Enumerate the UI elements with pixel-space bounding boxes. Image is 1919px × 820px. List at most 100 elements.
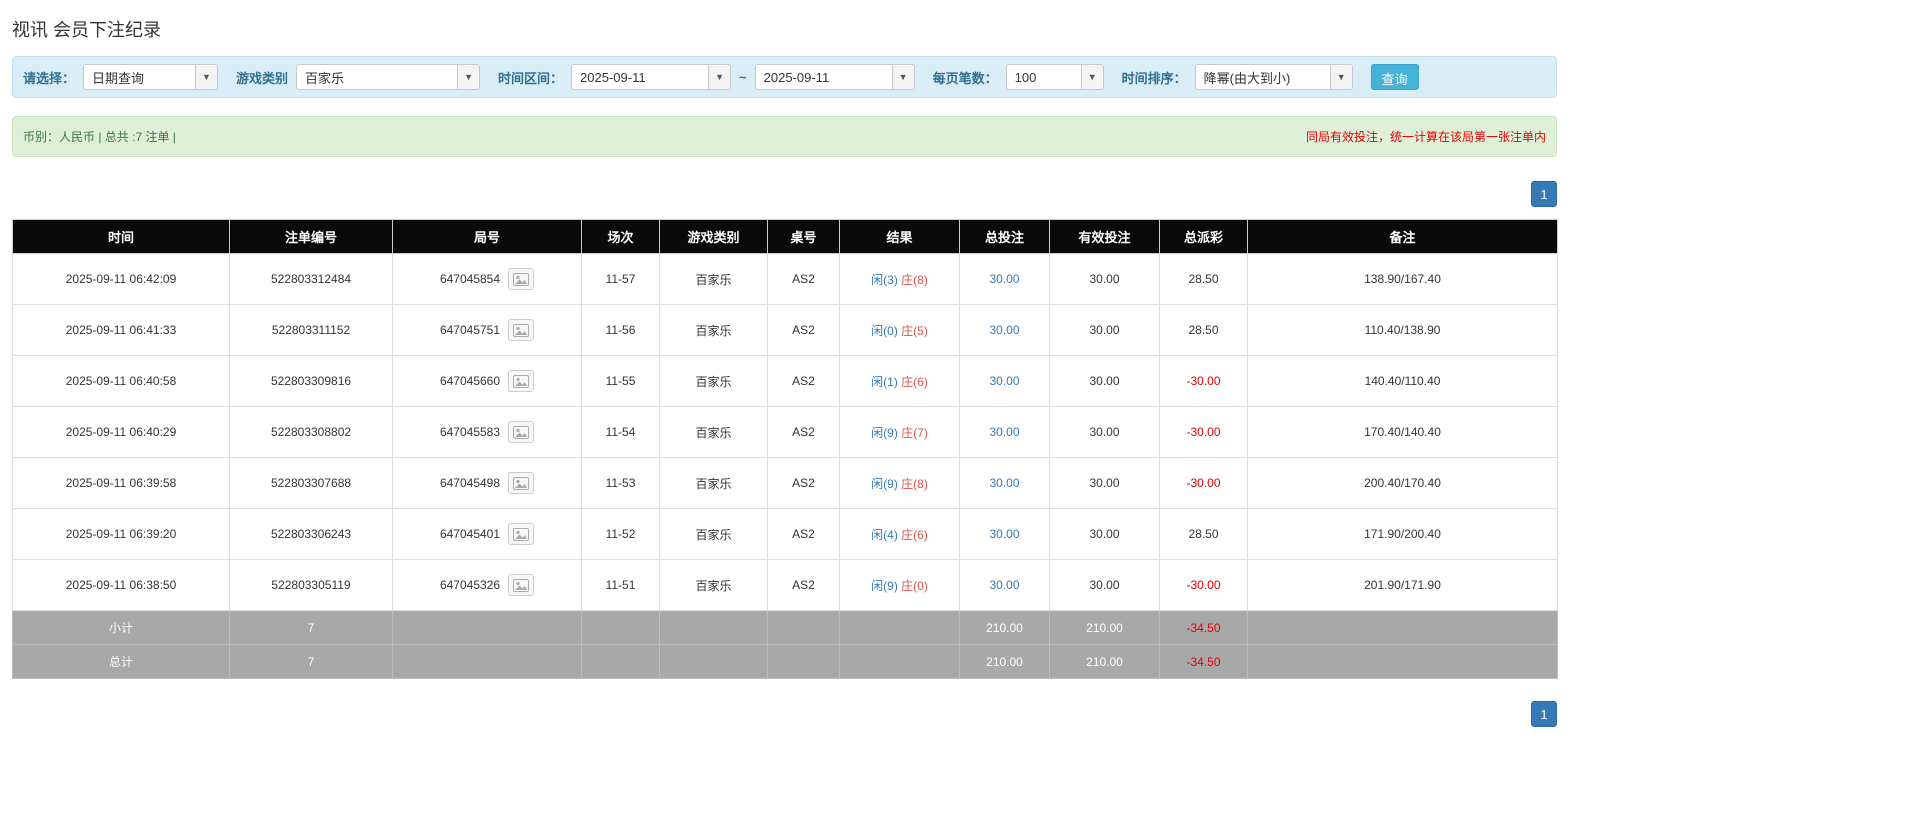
total-bet-link[interactable]: 30.00 (989, 476, 1019, 490)
date-from-value: 2025-09-11 (580, 69, 646, 85)
column-header-round: 局号 (392, 219, 582, 254)
result-cell: 闲(1) 庄(6) (839, 355, 960, 407)
game-type-select[interactable]: 百家乐 ▼ (296, 64, 481, 90)
valid-bet-cell: 30.00 (1049, 406, 1160, 458)
subtotal-total-bet: 210.00 (959, 610, 1050, 645)
total-bet-link[interactable]: 30.00 (989, 425, 1019, 439)
result-cell: 闲(3) 庄(8) (839, 253, 960, 305)
summary-bar: 币别：人民币 | 总共 :7 注单 | 同局有效投注，统一计算在该局第一张注单内 (12, 116, 1557, 157)
date-to-select[interactable]: 2025-09-11 ▼ (754, 64, 915, 90)
subtotal-valid-bet: 210.00 (1049, 610, 1160, 645)
time-cell: 2025-09-11 06:40:58 (12, 355, 230, 407)
round-replay-icon[interactable] (508, 523, 535, 545)
round-replay-icon[interactable] (508, 268, 535, 290)
chevron-down-icon[interactable]: ▼ (457, 65, 480, 89)
table-header: 时间 注单编号 局号 场次 游戏类别 桌号 结果 总投注 有效投注 总派彩 备注 (12, 219, 1558, 254)
table-body: 2025-09-11 06:42:09 522803312484 6470458… (12, 253, 1558, 611)
game-type-cell: 百家乐 (659, 559, 768, 611)
total-row: 总计 7 210.00 210.00 -34.50 (12, 644, 1558, 679)
chevron-down-icon[interactable]: ▼ (1080, 65, 1103, 89)
result-player: 闲(3) (871, 272, 898, 287)
round-id: 647045498 (439, 476, 501, 490)
date-from-select[interactable]: 2025-09-11 ▼ (571, 64, 732, 90)
round-id: 647045854 (439, 272, 501, 286)
subtotal-label: 小计 (12, 610, 230, 645)
bet-id-cell: 522803311152 (229, 304, 393, 356)
chevron-down-icon[interactable]: ▼ (195, 65, 218, 89)
payout-cell: -30.00 (1159, 559, 1248, 611)
table-no-cell: AS2 (767, 457, 840, 509)
result-banker: 庄(5) (901, 323, 928, 338)
remark-cell: 140.40/110.40 (1247, 355, 1558, 407)
round-id: 647045660 (439, 374, 501, 388)
game-type-cell: 百家乐 (659, 355, 768, 407)
currency-total-summary: 币别：人民币 | 总共 :7 注单 | (23, 130, 176, 144)
round-replay-icon[interactable] (508, 370, 535, 392)
subtotal-row: 小计 7 210.00 210.00 -34.50 (12, 610, 1558, 645)
query-type-value: 日期查询 (92, 70, 145, 86)
time-cell: 2025-09-11 06:42:09 (12, 253, 230, 305)
time-cell: 2025-09-11 06:39:20 (12, 508, 230, 560)
table-no-cell: AS2 (767, 559, 840, 611)
valid-bet-note: 同局有效投注，统一计算在该局第一张注单内 (1305, 130, 1546, 144)
valid-bet-cell: 30.00 (1049, 304, 1160, 356)
page-size-label: 每页笔数： (932, 70, 998, 86)
search-button[interactable]: 查询 (1370, 64, 1419, 90)
page-button-1[interactable]: 1 (1531, 181, 1557, 207)
footer-empty-cell (767, 610, 840, 645)
result-player: 闲(9) (871, 578, 898, 593)
session-cell: 11-57 (581, 253, 660, 305)
chevron-down-icon[interactable]: ▼ (708, 65, 731, 89)
total-bet-cell: 30.00 (959, 304, 1050, 356)
round-id: 647045751 (439, 323, 501, 337)
query-type-select[interactable]: 日期查询 ▼ (83, 64, 219, 90)
table-row: 2025-09-11 06:38:50 522803305119 6470453… (12, 559, 1558, 611)
table-row: 2025-09-11 06:40:29 522803308802 6470455… (12, 406, 1558, 458)
total-bet-cell: 30.00 (959, 406, 1050, 458)
payout-cell: 28.50 (1159, 508, 1248, 560)
chevron-down-icon[interactable]: ▼ (891, 65, 914, 89)
result-player: 闲(0) (871, 323, 898, 338)
table-footer: 小计 7 210.00 210.00 -34.50 总计 7 210.00 21… (12, 610, 1558, 679)
column-header-valid-bet: 有效投注 (1049, 219, 1160, 254)
session-cell: 11-52 (581, 508, 660, 560)
total-bet-link[interactable]: 30.00 (989, 527, 1019, 541)
chevron-down-icon[interactable]: ▼ (1329, 65, 1352, 89)
table-row: 2025-09-11 06:41:33 522803311152 6470457… (12, 304, 1558, 356)
time-cell: 2025-09-11 06:40:29 (12, 406, 230, 458)
page-size-select[interactable]: 100 ▼ (1005, 64, 1104, 90)
round-replay-icon[interactable] (508, 472, 535, 494)
total-bet-link[interactable]: 30.00 (989, 323, 1019, 337)
result-player: 闲(4) (871, 527, 898, 542)
date-range-separator: ~ (739, 69, 747, 85)
result-cell: 闲(9) 庄(7) (839, 406, 960, 458)
round-replay-icon[interactable] (508, 574, 535, 596)
total-bet-link[interactable]: 30.00 (989, 374, 1019, 388)
remark-cell: 110.40/138.90 (1247, 304, 1558, 356)
table-row: 2025-09-11 06:39:20 522803306243 6470454… (12, 508, 1558, 560)
game-type-cell: 百家乐 (659, 253, 768, 305)
page-button-1[interactable]: 1 (1531, 701, 1557, 727)
remark-cell: 201.90/171.90 (1247, 559, 1558, 611)
result-banker: 庄(8) (901, 476, 928, 491)
round-replay-icon[interactable] (508, 421, 535, 443)
result-cell: 闲(9) 庄(8) (839, 457, 960, 509)
total-bet-cell: 30.00 (959, 253, 1050, 305)
table-row: 2025-09-11 06:39:58 522803307688 6470454… (12, 457, 1558, 509)
result-banker: 庄(6) (901, 527, 928, 542)
sort-select[interactable]: 降幂(由大到小) ▼ (1194, 64, 1353, 90)
payout-cell: -30.00 (1159, 406, 1248, 458)
footer-empty-cell (767, 644, 840, 679)
total-bet-cell: 30.00 (959, 559, 1050, 611)
sort-value: 降幂(由大到小) (1203, 70, 1291, 86)
result-banker: 庄(7) (901, 425, 928, 440)
round-id: 647045326 (439, 578, 501, 592)
table-row: 2025-09-11 06:42:09 522803312484 6470458… (12, 253, 1558, 305)
total-bet-link[interactable]: 30.00 (989, 578, 1019, 592)
round-replay-icon[interactable] (508, 319, 535, 341)
total-bet-link[interactable]: 30.00 (989, 272, 1019, 286)
footer-empty-cell (1247, 644, 1558, 679)
remark-cell: 200.40/170.40 (1247, 457, 1558, 509)
total-bet-cell: 30.00 (959, 355, 1050, 407)
result-cell: 闲(4) 庄(6) (839, 508, 960, 560)
